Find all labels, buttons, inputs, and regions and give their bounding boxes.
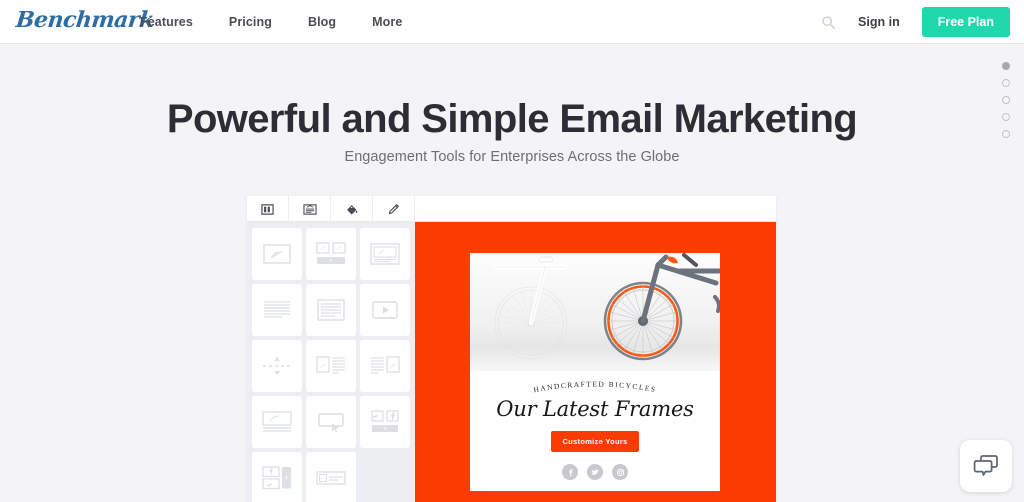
svg-text:+: + bbox=[383, 427, 387, 433]
chat-bubbles-icon[interactable] bbox=[960, 440, 1012, 492]
content-block-icon[interactable] bbox=[289, 196, 331, 222]
primary-nav: Features Pricing Blog More bbox=[140, 0, 402, 44]
email-card: HANDCRAFTED BICYCLES Our Latest Frames C… bbox=[470, 253, 720, 491]
customize-yours-button[interactable]: Customize Yours bbox=[551, 431, 639, 452]
search-icon[interactable] bbox=[821, 15, 836, 30]
brand-logo[interactable]: Benchmark bbox=[15, 7, 156, 33]
facebook-icon[interactable] bbox=[562, 464, 578, 480]
svg-text:HANDCRAFTED BICYCLES: HANDCRAFTED BICYCLES bbox=[533, 379, 657, 394]
slider-dots bbox=[1002, 62, 1010, 138]
image-block-icon[interactable] bbox=[252, 228, 302, 280]
editor-toolbar bbox=[247, 196, 776, 222]
editor-body: + + + HANDCRAFTED BICYCLES Our Latest Fr… bbox=[247, 222, 776, 502]
pencil-icon[interactable] bbox=[373, 196, 415, 222]
nav-item-features[interactable]: Features bbox=[140, 15, 193, 29]
image-card-icon[interactable] bbox=[360, 228, 410, 280]
top-navbar: Benchmark Features Pricing Blog More Sig… bbox=[0, 0, 1024, 44]
spacer-divider-icon[interactable] bbox=[252, 340, 302, 392]
slider-dot-2[interactable] bbox=[1002, 79, 1010, 87]
svg-text:+: + bbox=[284, 475, 288, 482]
slider-dot-5[interactable] bbox=[1002, 130, 1010, 138]
twitter-icon[interactable] bbox=[587, 464, 603, 480]
page-root: Benchmark Features Pricing Blog More Sig… bbox=[0, 0, 1024, 502]
bicycle-photo bbox=[470, 253, 720, 371]
nav-item-pricing[interactable]: Pricing bbox=[229, 15, 272, 29]
free-plan-button[interactable]: Free Plan bbox=[921, 7, 1010, 37]
svg-text:+: + bbox=[329, 259, 333, 265]
paint-bucket-icon[interactable] bbox=[331, 196, 373, 222]
sign-in-link[interactable]: Sign in bbox=[858, 15, 900, 29]
nav-actions: Sign in Free Plan bbox=[821, 0, 1010, 44]
blocks-palette: + + + bbox=[247, 222, 415, 502]
columns-layout-icon[interactable] bbox=[247, 196, 289, 222]
video-block-icon[interactable] bbox=[360, 284, 410, 336]
button-cursor-icon[interactable] bbox=[306, 396, 356, 448]
slider-dot-1[interactable] bbox=[1002, 62, 1010, 70]
page-subtitle: Engagement Tools for Enterprises Across … bbox=[344, 149, 680, 165]
email-eyebrow: HANDCRAFTED BICYCLES bbox=[533, 379, 657, 394]
email-headline: Our Latest Frames bbox=[496, 397, 694, 421]
two-images-button-icon[interactable]: + bbox=[306, 228, 356, 280]
nav-item-more[interactable]: More bbox=[372, 15, 402, 29]
text-image-right-icon[interactable] bbox=[360, 340, 410, 392]
email-preview-canvas[interactable]: HANDCRAFTED BICYCLES Our Latest Frames C… bbox=[415, 222, 776, 502]
image-text-inline-icon[interactable] bbox=[306, 452, 356, 502]
slider-dot-3[interactable] bbox=[1002, 96, 1010, 104]
text-lines-icon[interactable] bbox=[252, 284, 302, 336]
email-editor-mockup: + + + HANDCRAFTED BICYCLES Our Latest Fr… bbox=[247, 196, 776, 502]
email-social-row bbox=[470, 464, 720, 480]
social-share-icon[interactable]: + bbox=[360, 396, 410, 448]
slider-dot-4[interactable] bbox=[1002, 113, 1010, 121]
text-box-icon[interactable] bbox=[306, 284, 356, 336]
instagram-icon[interactable] bbox=[612, 464, 628, 480]
nav-item-blog[interactable]: Blog bbox=[308, 15, 336, 29]
image-left-text-icon[interactable] bbox=[306, 340, 356, 392]
social-follow-icon[interactable]: + bbox=[252, 452, 302, 502]
image-caption-icon[interactable] bbox=[252, 396, 302, 448]
page-title: Powerful and Simple Email Marketing bbox=[166, 97, 858, 141]
